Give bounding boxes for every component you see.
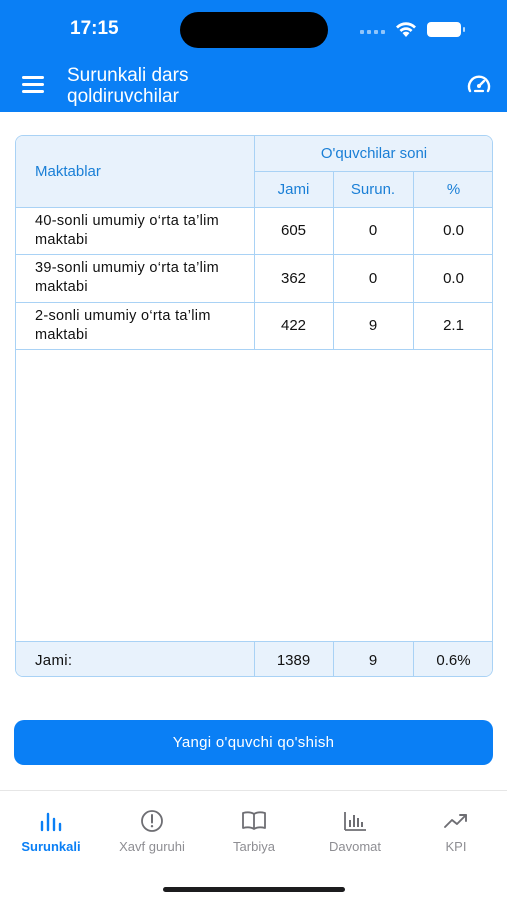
col-header-group-label: O'quvchilar soni	[320, 145, 428, 162]
grid-line	[16, 302, 492, 303]
grid-line	[413, 642, 414, 676]
table-row-total: 605	[280, 222, 307, 239]
tab-xavf-guruhi[interactable]: Xavf guruhi	[102, 809, 202, 854]
footer-total: 1389	[276, 651, 311, 669]
tab-label: Davomat	[328, 839, 382, 854]
table-row-chronic: 0	[368, 269, 378, 287]
gauge-icon[interactable]	[466, 72, 492, 96]
col-header-chronic: Surun.	[333, 171, 413, 207]
col-header-students-group: O'quvchilar soni	[254, 136, 492, 171]
grid-line	[16, 349, 492, 350]
table-row-school: 39-sonli umumiy o‘rta ta’lim maktabi	[35, 260, 220, 295]
table-row-total: 422	[280, 317, 307, 334]
schools-table: Maktablar O'quvchilar soni Jami Surun. %…	[15, 135, 493, 677]
alert-circle-icon	[141, 810, 163, 832]
tab-davomat[interactable]: Davomat	[305, 809, 405, 854]
col-header-school: Maktablar	[16, 136, 254, 207]
col-header-school-label: Maktablar	[35, 163, 101, 180]
footer-percent: 0.6%	[436, 651, 471, 669]
cellular-signal-icon	[360, 30, 386, 34]
col-header-chronic-label: Surun.	[350, 180, 396, 198]
menu-button[interactable]	[22, 74, 46, 94]
tab-kpi[interactable]: KPI	[406, 809, 506, 854]
grid-line	[254, 171, 492, 172]
battery-icon	[427, 22, 465, 37]
app-header: 17:15 Surunkali dars qoldiruvchilar	[0, 0, 507, 112]
grid-line	[413, 171, 414, 349]
dynamic-island	[180, 12, 328, 48]
col-header-total: Jami	[254, 171, 333, 207]
grid-line	[254, 136, 255, 349]
table-row-school: 40-sonli umumiy o‘rta ta’lim maktabi	[35, 212, 220, 248]
wifi-icon	[396, 22, 416, 37]
col-header-percent-label: %	[446, 180, 461, 198]
column-chart-icon	[344, 812, 366, 831]
footer-chronic: 9	[368, 651, 378, 669]
status-time: 17:15	[70, 18, 119, 39]
col-header-percent: %	[413, 171, 492, 207]
tab-tarbiya[interactable]: Tarbiya	[204, 809, 304, 854]
table-row-total: 362	[280, 269, 307, 287]
table-row-school: 2-sonli umumiy o‘rta ta’lim maktabi	[35, 307, 211, 343]
table-row-chronic: 0	[368, 222, 378, 239]
grid-line	[333, 171, 334, 349]
tab-label: Tarbiya	[233, 839, 275, 854]
bar-chart-icon	[40, 812, 62, 832]
tab-label: Xavf guruhi	[119, 839, 185, 854]
table-row-chronic: 9	[368, 317, 378, 334]
col-header-total-label: Jami	[277, 180, 310, 198]
table-row-percent: 0.0	[443, 222, 464, 239]
bottom-tab-bar: Surunkali Xavf guruhi Tarbiya Davomat KP…	[0, 790, 507, 900]
grid-line	[16, 207, 492, 208]
add-student-button[interactable]: Yangi o'quvchi qo'shish	[14, 720, 493, 765]
grid-line	[16, 641, 492, 642]
trend-up-icon	[444, 814, 467, 828]
tab-label: Surunkali	[21, 839, 81, 854]
grid-line	[254, 642, 255, 676]
tab-label: KPI	[445, 839, 467, 854]
footer-label: Jami:	[35, 651, 73, 669]
home-indicator	[163, 887, 345, 892]
table-row-percent: 2.1	[443, 317, 464, 334]
page-title: Surunkali dars qoldiruvchilar	[67, 65, 189, 107]
table-row-percent: 0.0	[443, 269, 464, 287]
book-icon	[242, 811, 266, 830]
tab-surunkali[interactable]: Surunkali	[1, 809, 101, 854]
grid-line	[333, 642, 334, 676]
grid-line	[16, 254, 492, 255]
